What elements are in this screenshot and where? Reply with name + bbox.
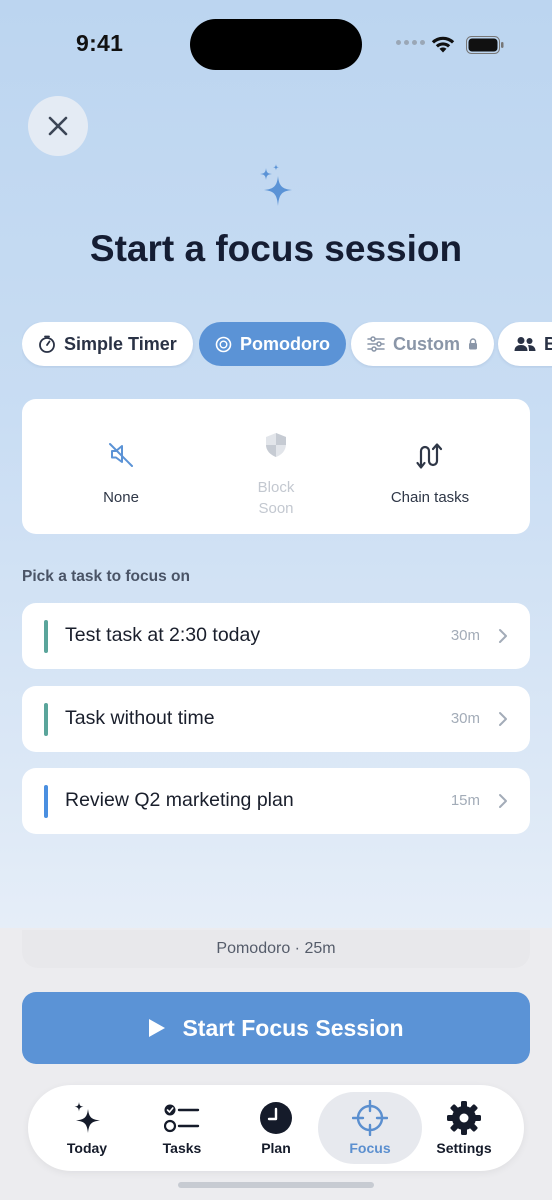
mode-chip-label: Custom	[393, 333, 460, 354]
mode-chip-custom[interactable]: Custom	[351, 322, 494, 366]
dynamic-island	[190, 19, 362, 70]
close-button[interactable]	[28, 96, 88, 156]
tab-label: Today	[66, 1140, 108, 1156]
mode-chip-simple-timer[interactable]: Simple Timer	[22, 322, 193, 366]
clock-icon	[260, 1102, 292, 1134]
people-icon	[514, 337, 536, 351]
mode-chip-label: Simple Timer	[64, 333, 177, 354]
chain-arrows-icon	[416, 443, 443, 469]
option-label: Chain tasks	[390, 489, 470, 506]
sliders-icon	[367, 336, 385, 352]
tab-label: Focus	[349, 1140, 391, 1156]
focus-options-card: None Block Soon Chain tasks	[22, 399, 530, 534]
task-section-label: Pick a task to focus on	[22, 568, 190, 585]
lock-icon	[469, 338, 477, 350]
task-row[interactable]: Task without time 30m	[22, 686, 530, 752]
timer-icon	[39, 335, 55, 353]
tab-label: Plan	[261, 1140, 291, 1156]
start-focus-session-button[interactable]: Start Focus Session	[22, 992, 530, 1064]
task-row[interactable]: Test task at 2:30 today 30m	[22, 603, 530, 669]
gear-icon	[447, 1101, 481, 1135]
tab-settings[interactable]: Settings	[414, 1085, 514, 1171]
tab-today[interactable]: Today	[37, 1085, 137, 1171]
tab-label: Settings	[436, 1140, 492, 1156]
task-title: Test task at 2:30 today	[65, 624, 261, 646]
session-summary: Pomodoro · 25m	[22, 930, 530, 968]
home-indicator	[178, 1182, 374, 1188]
cellular-signal-icon	[396, 40, 425, 45]
mode-chip-label: Pomodoro	[240, 333, 330, 354]
chevron-right-icon	[499, 794, 507, 808]
crosshair-icon	[352, 1100, 388, 1136]
mode-chip-pomodoro[interactable]: Pomodoro	[199, 322, 346, 366]
start-button-label: Start Focus Session	[182, 1014, 404, 1041]
shield-icon	[266, 433, 286, 457]
task-color-bar	[44, 620, 48, 653]
chevron-right-icon	[499, 629, 507, 643]
mode-chip-label: B	[544, 333, 552, 354]
task-title: Task without time	[65, 707, 215, 729]
sparkles-icon	[260, 164, 292, 206]
play-icon	[149, 1019, 166, 1037]
task-duration: 15m	[450, 792, 480, 809]
tab-focus[interactable]: Focus	[320, 1085, 420, 1171]
task-color-bar	[44, 785, 48, 818]
checklist-icon	[164, 1104, 200, 1133]
wifi-icon	[431, 36, 455, 53]
option-label: None	[103, 489, 139, 506]
page-title: Start a focus session	[89, 228, 463, 269]
tab-bar: Today Tasks Plan Focus Settings	[28, 1085, 524, 1171]
task-duration: 30m	[450, 710, 480, 727]
option-block-soon: Block Soon	[201, 399, 351, 534]
status-bar: 9:41	[0, 0, 552, 90]
tab-tasks[interactable]: Tasks	[132, 1085, 232, 1171]
focus-mode-selector: Simple Timer Pomodoro Custom B	[22, 322, 552, 368]
battery-icon	[466, 36, 504, 54]
pomodoro-icon	[215, 336, 232, 352]
option-label: Block Soon	[257, 479, 295, 517]
mute-icon	[109, 443, 133, 467]
task-title: Review Q2 marketing plan	[65, 789, 294, 811]
task-duration: 30m	[450, 627, 480, 644]
close-icon	[48, 116, 68, 136]
status-time: 9:41	[76, 30, 124, 56]
sparkles-icon	[74, 1102, 100, 1133]
task-row[interactable]: Review Q2 marketing plan 15m	[22, 768, 530, 834]
tab-plan[interactable]: Plan	[226, 1085, 326, 1171]
tab-label: Tasks	[162, 1140, 202, 1156]
chevron-right-icon	[499, 712, 507, 726]
option-none[interactable]: None	[46, 399, 196, 534]
option-chain-tasks[interactable]: Chain tasks	[355, 399, 505, 534]
mode-chip-body-doubling[interactable]: B	[498, 322, 552, 366]
task-color-bar	[44, 703, 48, 736]
